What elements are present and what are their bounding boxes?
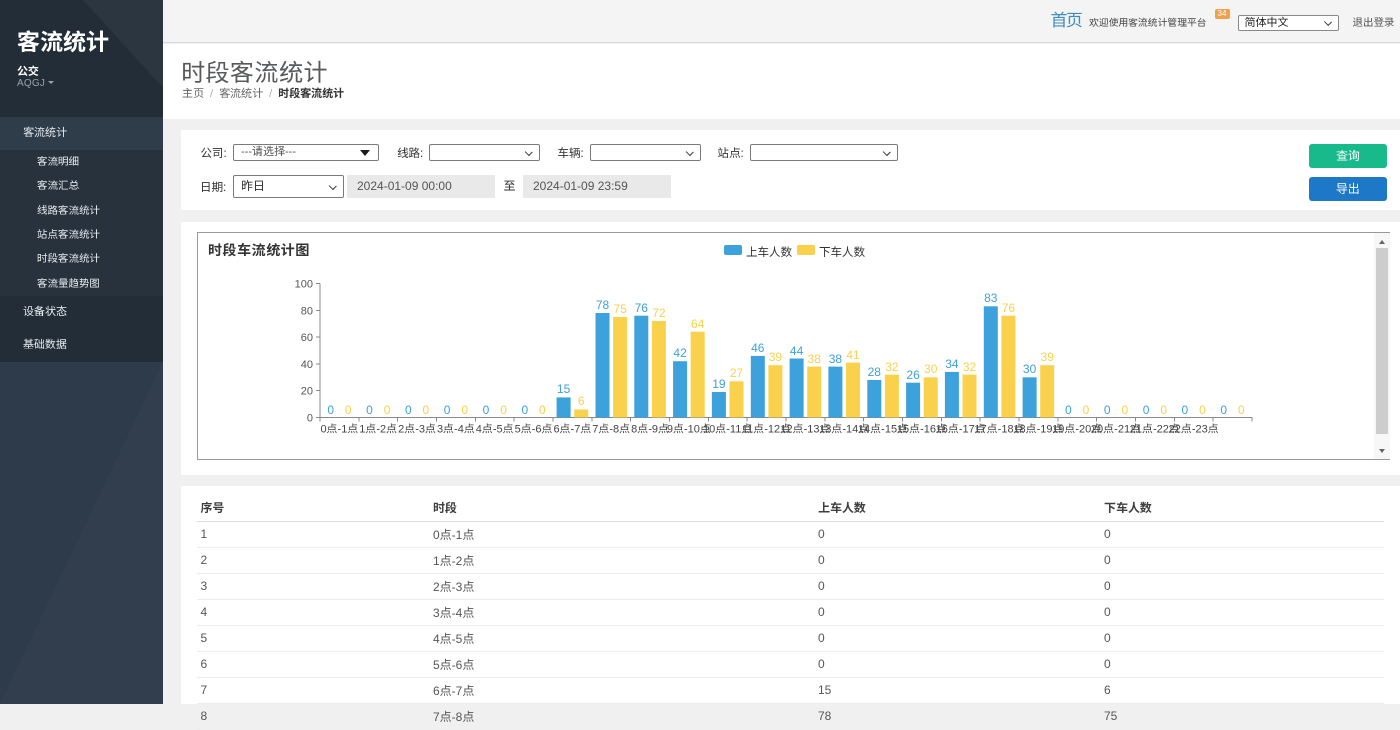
- svg-text:1点-2点: 1点-2点: [359, 424, 397, 436]
- svg-text:39: 39: [1041, 350, 1055, 364]
- svg-text:0: 0: [1238, 403, 1245, 417]
- svg-text:78: 78: [596, 298, 610, 312]
- svg-text:0: 0: [1220, 403, 1227, 417]
- svg-text:75: 75: [613, 302, 627, 316]
- svg-text:0: 0: [461, 403, 468, 417]
- svg-text:38: 38: [829, 352, 843, 366]
- svg-text:0: 0: [1160, 403, 1167, 417]
- svg-text:27: 27: [730, 366, 744, 380]
- svg-text:72: 72: [652, 306, 666, 320]
- svg-text:8点-9点: 8点-9点: [631, 424, 669, 436]
- svg-text:0: 0: [500, 403, 507, 417]
- svg-text:44: 44: [790, 344, 804, 358]
- svg-text:39: 39: [769, 350, 783, 364]
- svg-text:5点-6点: 5点-6点: [515, 424, 553, 436]
- svg-text:0: 0: [327, 403, 334, 417]
- svg-text:3点-4点: 3点-4点: [437, 424, 475, 436]
- svg-text:80: 80: [301, 305, 313, 317]
- svg-text:26: 26: [906, 368, 920, 382]
- svg-text:0: 0: [384, 403, 391, 417]
- svg-text:40: 40: [301, 359, 313, 371]
- svg-text:0: 0: [1065, 403, 1072, 417]
- svg-text:15: 15: [557, 382, 571, 396]
- svg-text:0: 0: [366, 403, 373, 417]
- svg-text:0: 0: [444, 403, 451, 417]
- svg-text:0: 0: [1199, 403, 1206, 417]
- svg-text:0: 0: [539, 403, 546, 417]
- svg-text:0: 0: [1104, 403, 1111, 417]
- svg-text:64: 64: [691, 317, 705, 331]
- svg-text:32: 32: [885, 360, 899, 374]
- svg-text:76: 76: [1002, 301, 1016, 315]
- svg-text:0: 0: [483, 403, 490, 417]
- svg-text:30: 30: [924, 362, 938, 376]
- svg-text:28: 28: [868, 365, 882, 379]
- svg-text:2点-3点: 2点-3点: [398, 424, 436, 436]
- svg-text:0: 0: [423, 403, 430, 417]
- svg-text:0: 0: [307, 413, 313, 425]
- svg-text:30: 30: [1023, 362, 1037, 376]
- svg-text:0点-1点: 0点-1点: [320, 424, 358, 436]
- svg-text:34: 34: [945, 357, 959, 371]
- svg-text:83: 83: [984, 291, 998, 305]
- svg-text:42: 42: [673, 346, 687, 360]
- svg-text:32: 32: [963, 360, 977, 374]
- svg-text:4点-5点: 4点-5点: [476, 424, 514, 436]
- svg-text:0: 0: [1182, 403, 1189, 417]
- svg-text:76: 76: [635, 301, 649, 315]
- svg-text:38: 38: [808, 352, 822, 366]
- svg-text:0: 0: [345, 403, 352, 417]
- svg-text:0: 0: [521, 403, 528, 417]
- svg-text:6点-7点: 6点-7点: [553, 424, 591, 436]
- svg-text:0: 0: [1083, 403, 1090, 417]
- svg-text:100: 100: [295, 279, 313, 291]
- svg-text:20: 20: [301, 386, 313, 398]
- svg-text:6: 6: [578, 394, 585, 408]
- svg-text:22点-23点: 22点-23点: [1169, 424, 1219, 436]
- svg-text:7点-8点: 7点-8点: [592, 424, 630, 436]
- svg-text:41: 41: [846, 348, 860, 362]
- svg-text:19: 19: [712, 377, 726, 391]
- svg-text:0: 0: [1121, 403, 1128, 417]
- svg-text:60: 60: [301, 332, 313, 344]
- svg-text:46: 46: [751, 341, 765, 355]
- svg-text:0: 0: [405, 403, 412, 417]
- svg-text:0: 0: [1143, 403, 1150, 417]
